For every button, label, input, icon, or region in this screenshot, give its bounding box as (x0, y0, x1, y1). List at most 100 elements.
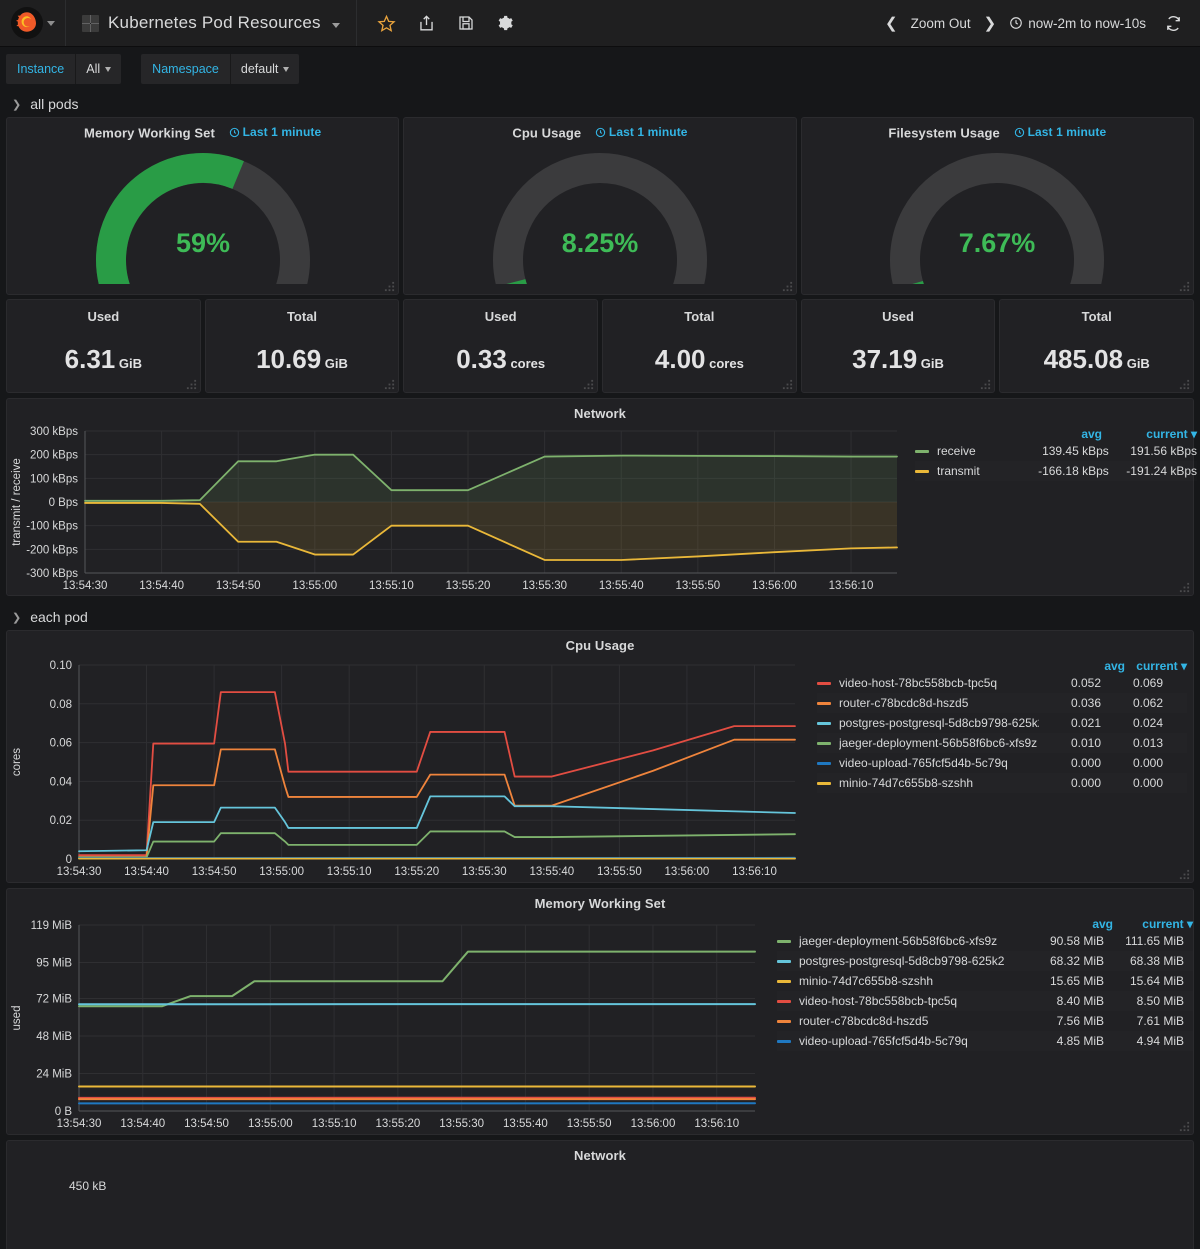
legend-series-name[interactable]: video-host-78bc558bcb-tpc5q (799, 994, 1024, 1008)
legend-row[interactable]: minio-74d7c655b8-szshh 0.000 0.000 (817, 773, 1187, 793)
panel-resize-grip[interactable] (1179, 869, 1190, 880)
graph-legend-network[interactable]: avg current ▾ receive 139.45 kBps 191.56 kBp… (907, 421, 1197, 606)
save-icon[interactable] (457, 14, 475, 32)
panel-stat-memory-total[interactable]: Total 10.69 GiB (204, 299, 400, 393)
legend-column-avg[interactable]: avg (1007, 427, 1102, 441)
x-axis-tick-label: 13:54:50 (184, 1118, 229, 1130)
chevron-down-icon (46, 20, 55, 26)
logo-menu-button[interactable] (0, 0, 66, 46)
panel-memory-working-set-each-pod[interactable]: Memory Working Set 119 MiB 95 MiB 72 MiB 48… (6, 888, 1194, 1135)
graph-plot-memory[interactable]: 119 MiB 95 MiB 72 MiB 48 MiB 24 MiB 0 B 13:54:… (7, 911, 767, 1142)
variable-instance-value[interactable]: All (75, 54, 122, 84)
y-axis-tick-label: 0.02 (50, 815, 72, 827)
dashboard-title-button[interactable]: Kubernetes Pod Resources (66, 0, 357, 46)
variable-namespace-value[interactable]: default (229, 54, 300, 84)
time-range-picker[interactable]: now-2m to now-10s (1009, 16, 1146, 31)
legend-series-name[interactable]: minio-74d7c655b8-szshh (799, 974, 1024, 988)
memory-each-pod-row: Memory Working Set 119 MiB 95 MiB 72 MiB 48… (0, 888, 1200, 1135)
panel-cpu-usage-each-pod[interactable]: Cpu Usage 0.10 0.08 0.06 0.04 0.02 0 13:54:30 1… (6, 630, 1194, 883)
legend-series-name[interactable]: transmit (937, 464, 1021, 478)
x-axis-tick-label: 13:55:40 (599, 580, 644, 592)
graph-legend-cpu-usage[interactable]: avg current ▾ video-host-78bc558bcb-tpc5q 0… (807, 653, 1187, 890)
star-icon[interactable] (377, 14, 396, 33)
panel-resize-grip[interactable] (1179, 1121, 1190, 1132)
legend-row[interactable]: receive 139.45 kBps 191.56 kBps (915, 441, 1197, 461)
panel-filesystem-usage-gauge[interactable]: Filesystem Usage Last 1 minute 7.67% (800, 117, 1194, 295)
grafana-logo-icon (10, 7, 43, 39)
panel-cpu-usage-gauge[interactable]: Cpu Usage Last 1 minute 8.25% (403, 117, 797, 295)
legend-current-value: 4.94 MiB (1136, 1034, 1184, 1048)
graph-legend-memory[interactable]: avg current ▾ jaeger-deployment-56b58f6bc6… (767, 911, 1193, 1142)
legend-series-name[interactable]: video-upload-765fcf5d4b-5c79q (799, 1034, 1024, 1048)
refresh-icon[interactable] (1165, 15, 1182, 32)
legend-row[interactable]: video-host-78bc558bcb-tpc5q 0.052 0.069 (817, 673, 1187, 693)
panel-stat-memory-used[interactable]: Used 6.31 GiB (6, 299, 201, 393)
legend-row[interactable]: router-c78bcdc8d-hszd5 0.036 0.062 (817, 693, 1187, 713)
panel-stat-cpu-used[interactable]: Used 0.33 cores (403, 299, 599, 393)
legend-column-avg[interactable]: avg (1063, 659, 1125, 673)
legend-row[interactable]: minio-74d7c655b8-szshh 15.65 MiB 15.64 MiB (777, 971, 1193, 991)
variable-namespace[interactable]: Namespace default (141, 54, 300, 84)
legend-column-avg[interactable]: avg (1033, 917, 1113, 931)
graph-plot-cpu-usage[interactable]: 0.10 0.08 0.06 0.04 0.02 0 13:54:30 13:54:40 13:… (7, 653, 807, 890)
panel-resize-grip[interactable] (980, 379, 991, 390)
panel-stat-filesystem-total[interactable]: Total 485.08 GiB (999, 299, 1195, 393)
graph-plot-network[interactable]: 300 kBps 200 kBps 100 kBps 0 Bps -100 kBps -2… (7, 421, 907, 606)
x-axis-tick-label: 13:55:10 (369, 580, 414, 592)
legend-column-current[interactable]: current ▾ (1113, 917, 1193, 931)
stat-value: 6.31 GiB (65, 344, 142, 375)
panel-resize-grip[interactable] (782, 379, 793, 390)
panel-stat-filesystem-used[interactable]: Used 37.19 GiB (800, 299, 996, 393)
legend-row[interactable]: postgres-postgresql-5d8cb9798-625k2 68.32… (777, 951, 1193, 971)
time-next-button[interactable]: ❯ (984, 14, 997, 32)
legend-row[interactable]: postgres-postgresql-5d8cb9798-625k2 0.021… (817, 713, 1187, 733)
panel-network-each-pod[interactable]: Network 450 kB (6, 1140, 1194, 1249)
legend-series-name[interactable]: jaeger-deployment-56b58f6bc6-xfs9z (839, 736, 1039, 750)
panel-resize-grip[interactable] (1179, 582, 1190, 593)
legend-avg-value: 0.021 (1070, 716, 1101, 730)
row-header-each-pod[interactable]: ❯ each pod (0, 604, 1200, 630)
panel-resize-grip[interactable] (1179, 281, 1190, 292)
legend-row[interactable]: video-host-78bc558bcb-tpc5q 8.40 MiB 8.50 … (777, 991, 1193, 1011)
legend-column-current[interactable]: current ▾ (1102, 427, 1197, 441)
legend-series-name[interactable]: video-host-78bc558bcb-tpc5q (839, 676, 1039, 690)
legend-current-value: 0.024 (1132, 716, 1163, 730)
panel-resize-grip[interactable] (583, 379, 594, 390)
legend-current-value: 0.013 (1132, 736, 1163, 750)
legend-row[interactable]: transmit -166.18 kBps -191.24 kBps (915, 461, 1197, 481)
legend-row[interactable]: router-c78bcdc8d-hszd5 7.56 MiB 7.61 MiB (777, 1011, 1193, 1031)
zoom-out-button[interactable]: Zoom Out (911, 16, 971, 31)
gear-icon[interactable] (496, 14, 514, 32)
legend-row[interactable]: jaeger-deployment-56b58f6bc6-xfs9z 90.58 … (777, 931, 1193, 951)
panel-network-all-pods[interactable]: Network 300 kBps 200 kBps 100 kBps 0 Bps -10… (6, 398, 1197, 596)
panel-resize-grip[interactable] (1179, 379, 1190, 390)
cpu-each-pod-row: Cpu Usage 0.10 0.08 0.06 0.04 0.02 0 13:54:30 1… (0, 630, 1200, 883)
share-icon[interactable] (417, 14, 436, 33)
legend-column-current[interactable]: current ▾ (1125, 659, 1187, 673)
panel-memory-working-set-gauge[interactable]: Memory Working Set Last 1 minute 59% (6, 117, 400, 295)
y-axis-tick-label: 0.06 (50, 738, 72, 750)
panel-stat-cpu-total[interactable]: Total 4.00 cores (602, 299, 797, 393)
stat-value-number: 10.69 (256, 344, 322, 374)
legend-series-name[interactable]: router-c78bcdc8d-hszd5 (799, 1014, 1024, 1028)
panel-resize-grip[interactable] (384, 379, 395, 390)
legend-row[interactable]: jaeger-deployment-56b58f6bc6-xfs9z 0.010 0… (817, 733, 1187, 753)
legend-series-name[interactable]: postgres-postgresql-5d8cb9798-625k2 (839, 716, 1039, 730)
legend-row[interactable]: video-upload-765fcf5d4b-5c79q 0.000 0.000 (817, 753, 1187, 773)
legend-series-name[interactable]: postgres-postgresql-5d8cb9798-625k2 (799, 954, 1024, 968)
gauge-2: 7.67% (802, 137, 1193, 285)
legend-row[interactable]: video-upload-765fcf5d4b-5c79q 4.85 MiB 4.9… (777, 1031, 1193, 1051)
legend-series-name[interactable]: video-upload-765fcf5d4b-5c79q (839, 756, 1039, 770)
legend-series-name[interactable]: jaeger-deployment-56b58f6bc6-xfs9z (799, 934, 1024, 948)
legend-series-name[interactable]: router-c78bcdc8d-hszd5 (839, 696, 1039, 710)
legend-series-name[interactable]: receive (937, 444, 1021, 458)
row-header-all-pods[interactable]: ❯ all pods (0, 91, 1200, 117)
x-axis-tick-label: 13:55:00 (292, 580, 337, 592)
panel-resize-grip[interactable] (782, 281, 793, 292)
variable-instance[interactable]: Instance All (6, 54, 122, 84)
panel-resize-grip[interactable] (384, 281, 395, 292)
time-prev-button[interactable]: ❮ (885, 14, 898, 32)
legend-series-name[interactable]: minio-74d7c655b8-szshh (839, 776, 1039, 790)
panel-resize-grip[interactable] (186, 379, 197, 390)
legend-current-value: 7.61 MiB (1136, 1014, 1184, 1028)
